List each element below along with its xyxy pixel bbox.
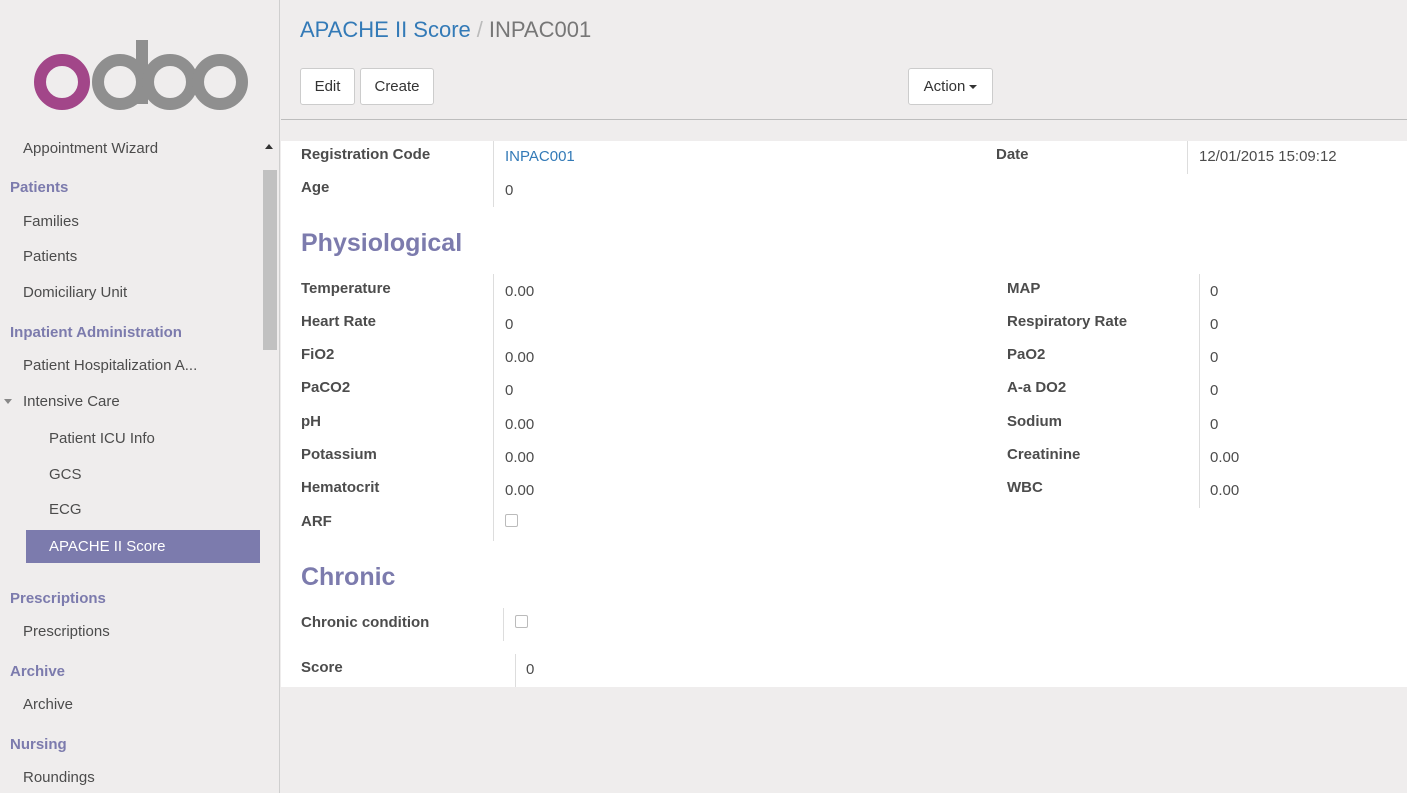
a-a-do2-label: A-a DO2 <box>1007 379 1067 396</box>
sidebar-item-patient-icu-info[interactable]: Patient ICU Info <box>49 424 155 454</box>
breadcrumb-parent-link[interactable]: APACHE II Score <box>300 17 471 42</box>
sidebar-section-patients: Patients <box>10 179 69 196</box>
sidebar-item-archive[interactable]: Archive <box>23 690 73 720</box>
score-label: Score <box>301 659 343 676</box>
fio2-label: FiO2 <box>301 346 335 363</box>
odoo-logo[interactable] <box>30 40 250 110</box>
field-divider <box>1187 141 1188 174</box>
sidebar: Appointment Wizard Patients Families Pat… <box>0 0 280 793</box>
caret-down-icon <box>969 85 978 90</box>
sidebar-scrollbar[interactable] <box>263 170 277 350</box>
chronic-condition-checkbox[interactable] <box>515 615 528 628</box>
temperature-value: 0.00 <box>505 283 535 300</box>
sidebar-item-families[interactable]: Families <box>23 207 79 237</box>
creatinine-label: Creatinine <box>1007 446 1081 463</box>
ph-value: 0.00 <box>505 416 535 433</box>
pao2-value: 0 <box>1210 349 1219 366</box>
main-content: APACHE II Score / INPAC001 Edit Create Act… <box>281 0 1407 793</box>
arf-label: ARF <box>301 513 332 530</box>
field-divider <box>503 608 504 641</box>
wbc-value: 0.00 <box>1210 482 1240 499</box>
sidebar-section-nursing: Nursing <box>10 736 67 753</box>
breadcrumb-current: INPAC001 <box>488 17 592 42</box>
a-a-do2-value: 0 <box>1210 382 1219 399</box>
potassium-label: Potassium <box>301 446 377 463</box>
arf-checkbox[interactable] <box>505 514 518 527</box>
pao2-label: PaO2 <box>1007 346 1046 363</box>
scroll-up-icon[interactable] <box>265 144 273 149</box>
sodium-label: Sodium <box>1007 413 1062 430</box>
field-divider <box>1199 274 1200 508</box>
score-value: 0 <box>526 661 535 678</box>
registration-code-link[interactable]: INPAC001 <box>505 148 575 165</box>
hematocrit-label: Hematocrit <box>301 479 380 496</box>
sidebar-item-intensive-care[interactable]: Intensive Care <box>23 387 120 417</box>
paco2-label: PaCO2 <box>301 379 351 396</box>
creatinine-value: 0.00 <box>1210 449 1240 466</box>
sidebar-item-gcs[interactable]: GCS <box>49 460 82 490</box>
wbc-label: WBC <box>1007 479 1043 496</box>
paco2-value: 0 <box>505 382 514 399</box>
sodium-value: 0 <box>1210 416 1219 433</box>
registration-code-label: Registration Code <box>301 146 431 163</box>
physiological-heading: Physiological <box>301 229 463 257</box>
form-sheet: Registration Code INPAC001 Age 0 Date 12… <box>281 141 1407 687</box>
toolbar-divider <box>281 119 1407 120</box>
heart-rate-label: Heart Rate <box>301 313 377 330</box>
chronic-condition-label: Chronic condition <box>301 614 430 631</box>
sidebar-item-roundings[interactable]: Roundings <box>23 763 95 793</box>
field-divider <box>493 274 494 541</box>
sidebar-item-appointment-wizard[interactable]: Appointment Wizard <box>23 134 158 164</box>
sidebar-item-patients[interactable]: Patients <box>23 242 77 272</box>
hematocrit-value: 0.00 <box>505 482 535 499</box>
heart-rate-value: 0 <box>505 316 514 333</box>
breadcrumb: APACHE II Score / INPAC001 <box>300 17 591 43</box>
sidebar-section-archive: Archive <box>10 663 66 680</box>
sidebar-section-prescriptions: Prescriptions <box>10 590 106 607</box>
map-label: MAP <box>1007 280 1041 297</box>
sidebar-item-ecg[interactable]: ECG <box>49 495 82 525</box>
sidebar-item-prescriptions[interactable]: Prescriptions <box>23 617 110 647</box>
breadcrumb-separator: / <box>476 17 483 42</box>
sidebar-item-apache-ii-score[interactable]: APACHE II Score <box>26 530 260 563</box>
action-button-label: Action <box>923 78 966 95</box>
potassium-value: 0.00 <box>505 449 535 466</box>
respiratory-rate-label: Respiratory Rate <box>1007 313 1128 330</box>
sidebar-item-patient-hospitalization[interactable]: Patient Hospitalization A... <box>23 351 197 381</box>
field-divider <box>515 654 516 687</box>
ph-label: pH <box>301 413 321 430</box>
field-divider <box>493 141 494 207</box>
action-dropdown-button[interactable]: Action <box>908 68 993 105</box>
temperature-label: Temperature <box>301 280 391 297</box>
edit-button[interactable]: Edit <box>300 68 355 105</box>
caret-down-icon[interactable] <box>4 399 12 404</box>
age-label: Age <box>301 179 330 196</box>
chronic-heading: Chronic <box>301 563 396 591</box>
map-value: 0 <box>1210 283 1219 300</box>
fio2-value: 0.00 <box>505 349 535 366</box>
sidebar-section-inpatient-administration: Inpatient Administration <box>10 324 182 341</box>
create-button[interactable]: Create <box>360 68 434 105</box>
sidebar-item-domiciliary-unit[interactable]: Domiciliary Unit <box>23 278 127 308</box>
age-value: 0 <box>505 182 514 199</box>
respiratory-rate-value: 0 <box>1210 316 1219 333</box>
date-label: Date <box>996 146 1029 163</box>
date-value: 12/01/2015 15:09:12 <box>1199 148 1337 165</box>
